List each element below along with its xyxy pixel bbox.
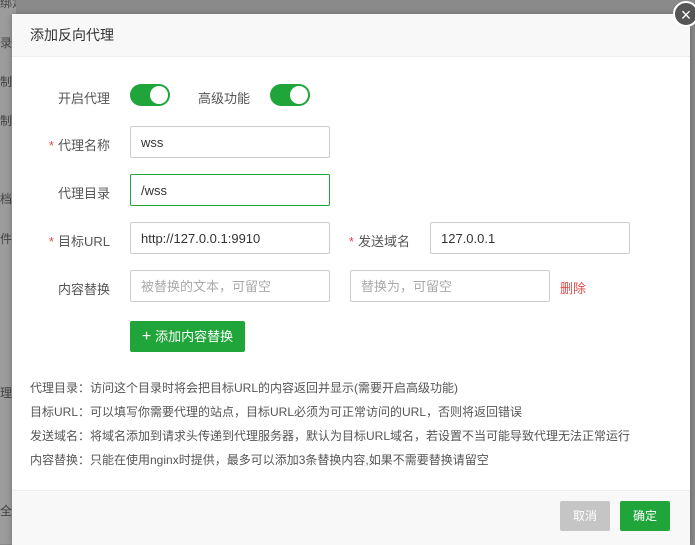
target-url-label-text: 目标URL: [57, 234, 110, 249]
help-line: 目标URL：可以填写你需要代理的站点，目标URL必须为可正常访问的URL，否则将…: [30, 405, 523, 419]
target-url-input[interactable]: [130, 222, 330, 254]
send-domain-input[interactable]: [430, 222, 630, 254]
bg-text: 档: [0, 192, 13, 206]
bg-text: 制: [0, 114, 13, 128]
required-mark: *: [48, 234, 54, 249]
help-line: 代理目录：访问这个目录时将会把目标URL的内容返回并显示(需要开启高级功能): [30, 381, 459, 395]
send-domain-label: * 发送域名: [312, 231, 410, 250]
add-content-replace-button[interactable]: + 添加内容替换: [130, 321, 245, 352]
help-line: 发送域名：将域名添加到请求头传递到代理服务器，默认为目标URL域名，若设置不当可…: [30, 429, 631, 443]
toggle-knob: [290, 86, 308, 104]
dialog-footer: 取消 确定: [12, 490, 690, 545]
close-icon[interactable]: ×: [673, 1, 695, 27]
bg-text: 录: [0, 36, 13, 50]
add-reverse-proxy-dialog: 添加反向代理 × 开启代理 高级功能 *代理名称 代理目录 *目标URL *发送…: [12, 1, 695, 545]
proxy-dir-label: 代理目录: [57, 186, 110, 201]
target-url-label: * 目标URL: [12, 231, 110, 250]
proxy-name-input[interactable]: [130, 126, 330, 158]
required-mark: *: [48, 138, 54, 153]
advanced-toggle[interactable]: [270, 84, 310, 106]
confirm-button[interactable]: 确定: [620, 501, 670, 531]
delete-replace-link[interactable]: 删除: [560, 278, 586, 297]
dialog-title: 添加反向代理: [12, 14, 690, 57]
enable-proxy-label: 开启代理: [57, 91, 110, 106]
replace-to-input[interactable]: [350, 270, 550, 302]
help-line: 内容替换：只能在使用nginx时提供，最多可以添加3条替换内容,如果不需要替换请…: [30, 453, 489, 467]
required-mark: *: [348, 234, 354, 249]
bg-text: 全: [0, 504, 13, 518]
advanced-label: 高级功能: [197, 91, 250, 106]
plus-icon: +: [141, 328, 152, 345]
cancel-button[interactable]: 取消: [560, 501, 610, 531]
proxy-dir-input[interactable]: [130, 174, 330, 206]
bg-text: 件: [0, 232, 13, 246]
bg-text: 理: [0, 386, 13, 400]
help-notes: 代理目录：访问这个目录时将会把目标URL的内容返回并显示(需要开启高级功能) 目…: [30, 376, 630, 472]
proxy-name-label-text: 代理名称: [57, 138, 110, 153]
bg-text: 制: [0, 75, 13, 89]
send-domain-label-text: 发送域名: [357, 234, 410, 249]
proxy-name-label: * 代理名称: [12, 135, 110, 154]
replace-from-input[interactable]: [130, 270, 330, 302]
add-content-replace-label: 添加内容替换: [155, 329, 234, 344]
content-replace-label: 内容替换: [57, 282, 110, 297]
bg-text: 绑定: [0, 0, 16, 10]
